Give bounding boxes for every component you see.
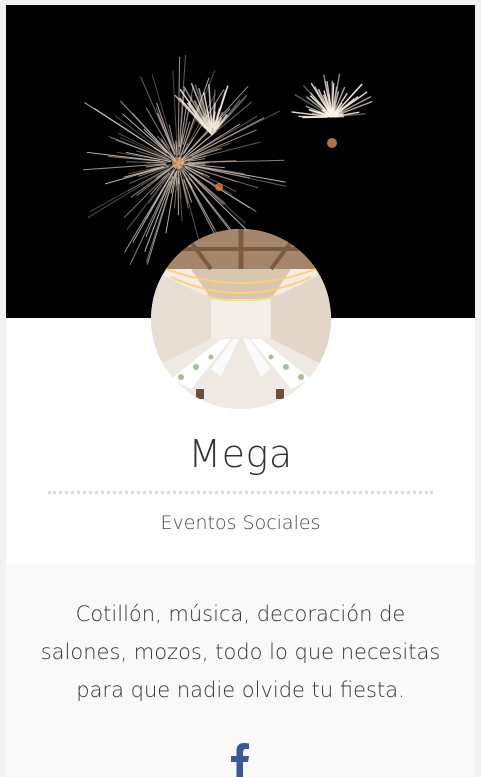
profile-subtitle: Eventos Sociales — [160, 512, 321, 534]
avatar — [151, 229, 331, 409]
profile-description: Cotillón, música, decoración de salones,… — [40, 602, 441, 702]
profile-card: Mega Eventos Sociales Cotillón, música, … — [6, 5, 475, 777]
profile-name: Mega — [188, 432, 293, 476]
about-section: Cotillón, música, decoración de salones,… — [6, 565, 475, 777]
facebook-link[interactable] — [230, 742, 250, 777]
facebook-icon — [231, 743, 249, 777]
banquet-hall-image — [151, 229, 331, 409]
divider — [48, 491, 433, 494]
